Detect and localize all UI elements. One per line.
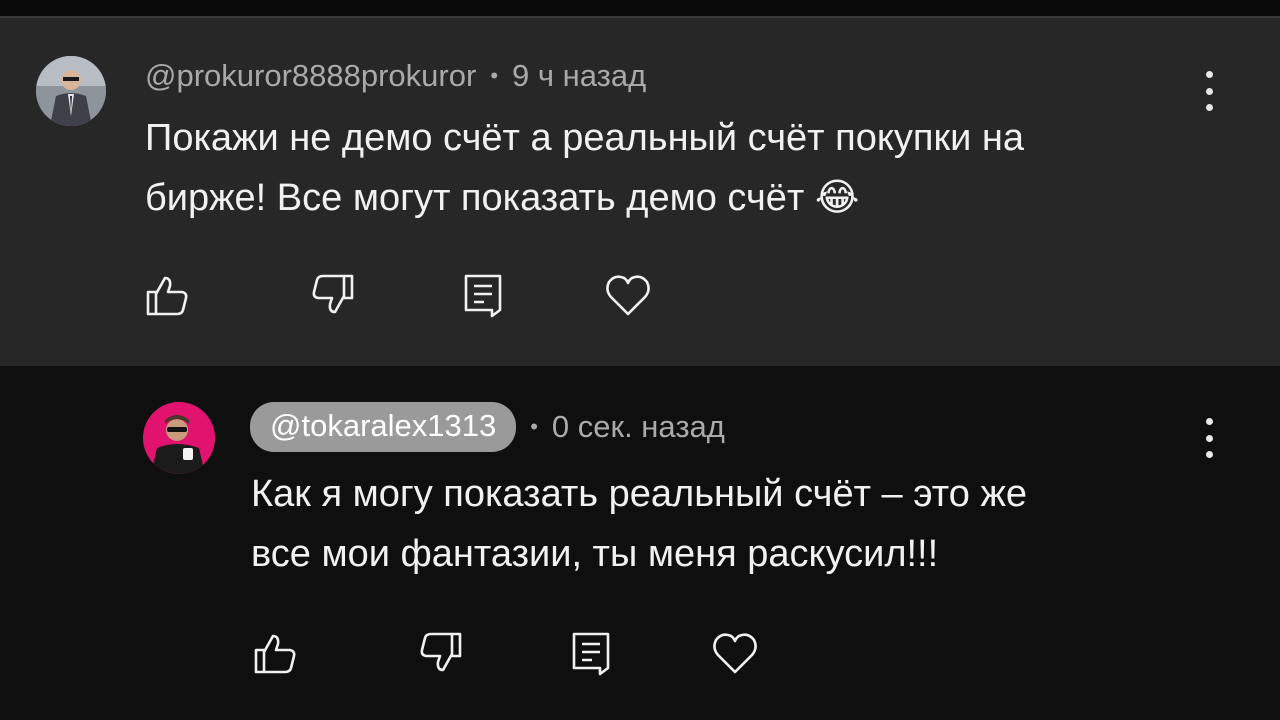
reply-button[interactable] (458, 270, 508, 320)
comment-meta: @prokuror8888prokuror • 9 ч назад (145, 58, 646, 94)
comment-time[interactable]: 0 сек. назад (552, 409, 725, 445)
comment-icon (572, 632, 610, 676)
heart-button[interactable] (710, 628, 760, 678)
comment-text-line: Как я могу показать реальный счёт – это … (251, 473, 1028, 515)
comment-text-line: все мои фантазии, ты меня раскусил!!! (251, 533, 939, 575)
thumbs-down-icon (420, 632, 462, 672)
like-button[interactable] (250, 628, 300, 678)
more-vertical-icon[interactable] (1199, 418, 1219, 458)
top-bar (0, 0, 1280, 16)
comment-time[interactable]: 9 ч назад (512, 58, 646, 94)
comment-text: Покажи не демо счёт а реальный счёт поку… (145, 108, 1024, 228)
thumbs-up-icon (146, 276, 188, 316)
separator-dot: • (530, 414, 538, 439)
comment-icon (464, 274, 502, 318)
thumbs-down-icon (312, 274, 354, 314)
dislike-button[interactable] (416, 628, 466, 678)
comment-text: Как я могу показать реальный счёт – это … (251, 464, 1027, 584)
comment-text-line: бирже! Все могут показать демо счёт 😂 (145, 177, 860, 219)
separator-dot: • (490, 63, 499, 88)
comment-text-line: Покажи не демо счёт а реальный счёт поку… (145, 117, 1024, 159)
author-chip[interactable]: @tokaralex1313 (250, 402, 517, 452)
avatar-image (143, 402, 215, 474)
avatar[interactable] (36, 56, 106, 126)
thumbs-up-icon (254, 634, 296, 674)
comment: @prokuror8888prokuror • 9 ч назад Покажи… (0, 18, 1280, 366)
like-button[interactable] (142, 270, 192, 320)
reply-button[interactable] (566, 628, 616, 678)
avatar[interactable] (143, 402, 215, 474)
comment-meta: @tokaralex1313 • 0 сек. назад (250, 402, 725, 452)
dislike-button[interactable] (308, 270, 358, 320)
heart-button[interactable] (603, 270, 653, 320)
more-vertical-icon[interactable] (1199, 71, 1219, 111)
avatar-image (36, 56, 106, 126)
heart-icon (713, 633, 757, 674)
heart-icon (606, 275, 650, 316)
reply-comment: @tokaralex1313 • 0 сек. назад Как я могу… (0, 366, 1280, 720)
author-name[interactable]: @prokuror8888prokuror (145, 58, 476, 94)
